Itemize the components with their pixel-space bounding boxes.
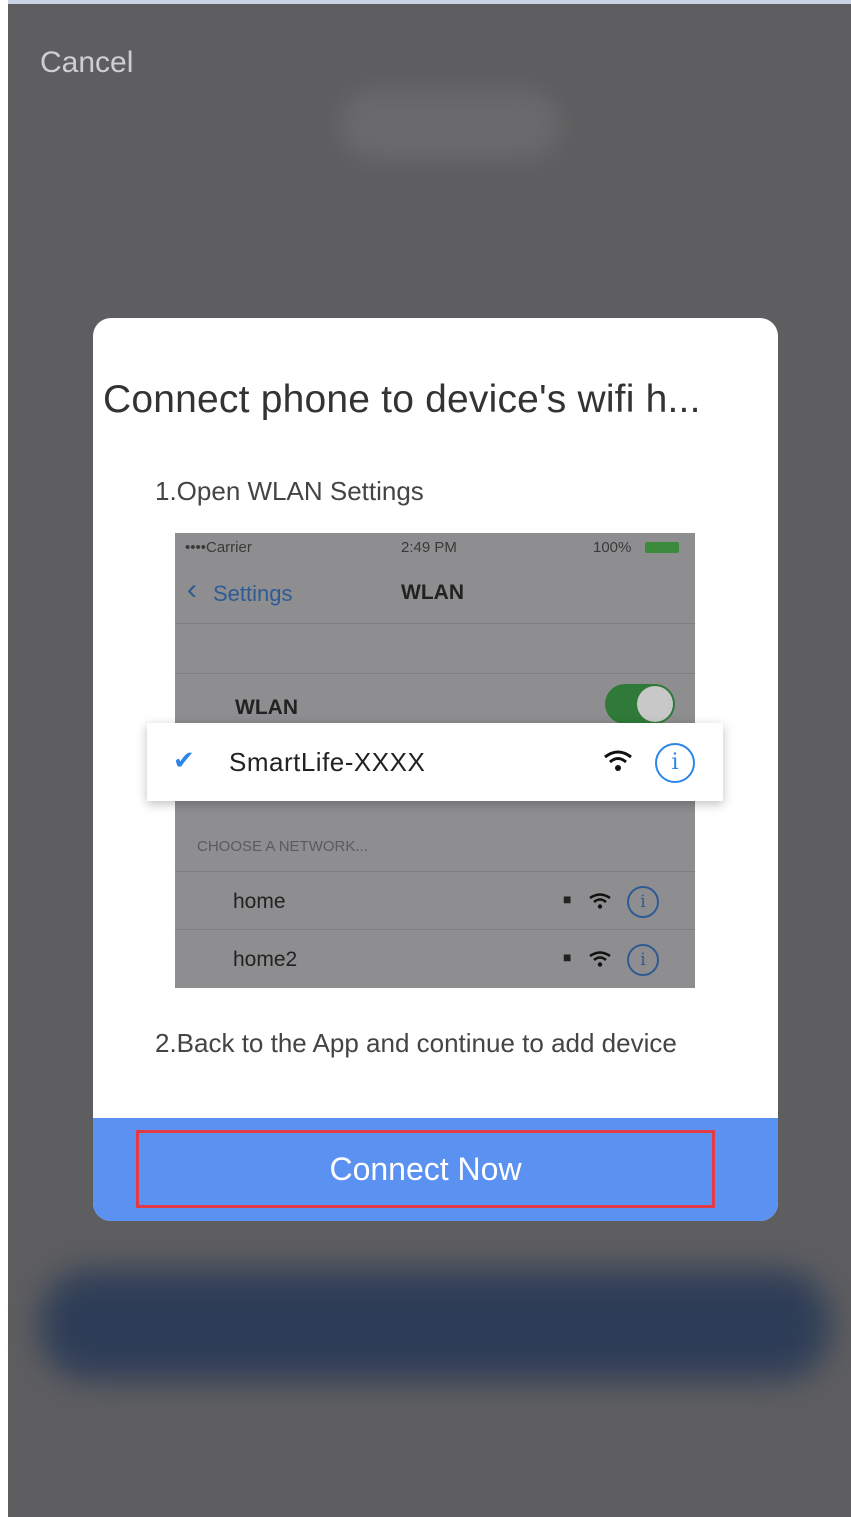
connect-bar: Connect Now [93,1118,778,1221]
nav-title: WLAN [401,581,464,604]
wifi-icon [604,750,632,771]
selected-network-name: SmartLife-XXXX [229,747,426,777]
network-row: home2 ■ i [175,929,695,988]
network-row: home ■ i [175,871,695,930]
step-1-text: 1.Open WLAN Settings [155,476,424,506]
connect-now-button[interactable]: Connect Now [136,1130,715,1208]
top-edge [0,0,851,4]
background-blur [340,90,560,160]
cancel-button[interactable]: Cancel [40,46,133,80]
toggle-knob [637,686,673,722]
illustration-navbar: ‹ Settings WLAN [175,561,695,624]
network-name: home2 [233,948,298,971]
status-time: 2:49 PM [401,539,457,556]
wlan-toggle [605,684,675,724]
info-icon: i [627,944,659,976]
selected-network-card: ✔ SmartLife-XXXX i [147,723,723,801]
status-carrier: ••••Carrier [185,539,252,556]
wifi-icon [589,893,611,909]
network-name: home [233,890,286,913]
wlan-label: WLAN [235,696,298,719]
section-header: CHOOSE A NETWORK... [197,838,368,855]
step-2-text: 2.Back to the App and continue to add de… [155,1028,677,1058]
lock-icon: ■ [563,891,572,907]
check-icon: ✔ [173,745,195,775]
status-bar: ••••Carrier 2:49 PM 100% [175,533,695,561]
back-label: Settings [213,581,293,606]
wlan-settings-illustration: ••••Carrier 2:49 PM 100% ‹ Settings WLAN… [147,533,723,988]
dialog-title: Connect phone to device's wifi h... [103,378,701,421]
background-blur-bottom [40,1270,830,1380]
info-icon: i [627,886,659,918]
wifi-icon [589,951,611,967]
left-edge [0,0,8,1517]
chevron-left-icon: ‹ [187,573,197,606]
info-icon: i [655,743,695,783]
wifi-hotspot-dialog: Connect phone to device's wifi h... 1.Op… [93,318,778,1221]
battery-icon [645,542,679,553]
lock-icon: ■ [563,949,572,965]
status-battery-text: 100% [593,539,632,556]
